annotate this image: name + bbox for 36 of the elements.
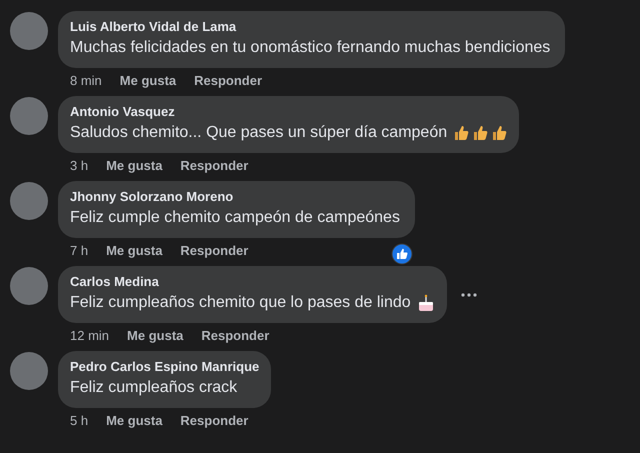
like-link[interactable]: Me gusta bbox=[127, 326, 184, 346]
like-reaction-icon[interactable] bbox=[390, 243, 413, 265]
author-name[interactable]: Antonio Vasquez bbox=[70, 103, 508, 121]
comment-text: Muchas felicidades en tu onomástico fernando muchas bendiciones bbox=[70, 38, 550, 58]
timestamp[interactable]: 3 h bbox=[70, 156, 88, 176]
timestamp[interactable]: 5 h bbox=[70, 410, 88, 430]
thumbs-up-icon bbox=[491, 125, 508, 141]
like-link[interactable]: Me gusta bbox=[106, 156, 162, 176]
avatar-placeholder[interactable] bbox=[10, 97, 48, 135]
more-options-icon[interactable] bbox=[460, 292, 477, 296]
reply-link[interactable]: Responder bbox=[180, 410, 248, 430]
comment-text: Feliz cumpleaños chemito que lo pases de lindo bbox=[70, 293, 411, 313]
thumbs-up-icon bbox=[472, 125, 488, 141]
reply-link[interactable]: Responder bbox=[201, 326, 270, 346]
reply-link[interactable]: Responder bbox=[194, 70, 262, 90]
author-name[interactable]: Pedro Carlos Espino Manrique bbox=[70, 358, 260, 376]
avatar-placeholder[interactable] bbox=[10, 12, 48, 50]
author-name[interactable]: Carlos Medina bbox=[70, 273, 435, 291]
comment-text: Saludos chemito... Que pases un súper día campeón bbox=[70, 123, 448, 143]
reply-link[interactable]: Responder bbox=[180, 240, 248, 260]
timestamp[interactable]: 8 min bbox=[70, 70, 102, 90]
cake-icon bbox=[416, 294, 435, 312]
avatar-placeholder[interactable] bbox=[10, 352, 48, 390]
thumbs-up-icon bbox=[453, 125, 470, 141]
avatar-placeholder[interactable] bbox=[10, 182, 48, 220]
like-link[interactable]: Me gusta bbox=[106, 240, 162, 260]
timestamp[interactable]: 12 min bbox=[70, 326, 110, 346]
like-link[interactable]: Me gusta bbox=[120, 70, 176, 90]
author-name[interactable]: Luis Alberto Vidal de Lama bbox=[70, 18, 554, 36]
comment-text: Feliz cumple chemito campeón de campeónes bbox=[70, 208, 400, 228]
timestamp[interactable]: 7 h bbox=[70, 240, 88, 260]
author-name[interactable]: Jhonny Solorzano Moreno bbox=[70, 188, 403, 206]
comment-text: Feliz cumpleaños crack bbox=[70, 378, 238, 398]
avatar-placeholder[interactable] bbox=[10, 267, 48, 305]
like-link[interactable]: Me gusta bbox=[106, 410, 162, 430]
reply-link[interactable]: Responder bbox=[180, 156, 248, 176]
